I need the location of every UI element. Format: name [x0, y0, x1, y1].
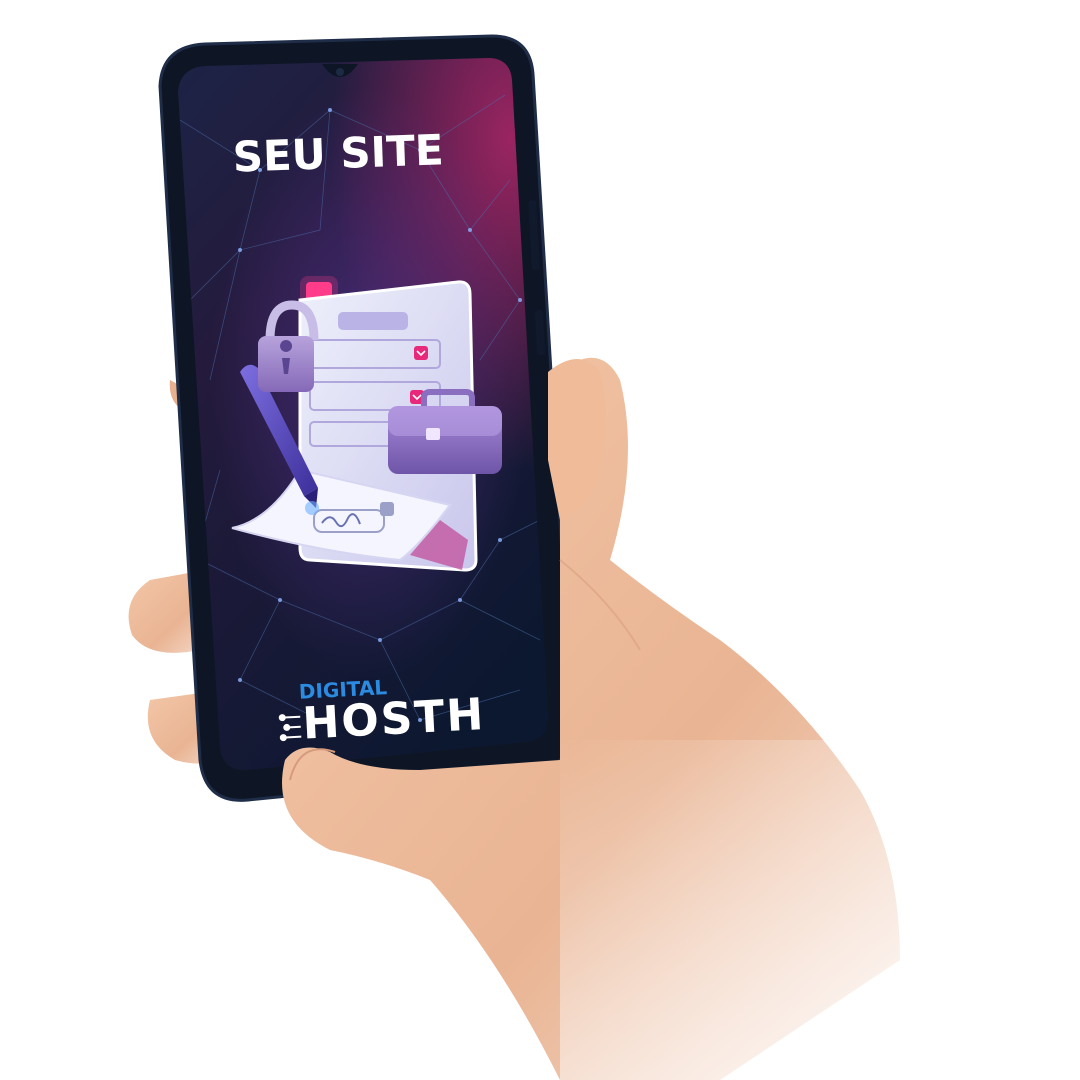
brand-main-word: HOSTH [301, 689, 486, 749]
scene: SEU SITE DIGITAL HOSTH [128, 34, 1080, 1080]
security-illustration [231, 276, 502, 572]
camera-icon [336, 68, 344, 76]
headline: SEU SITE [232, 125, 444, 181]
